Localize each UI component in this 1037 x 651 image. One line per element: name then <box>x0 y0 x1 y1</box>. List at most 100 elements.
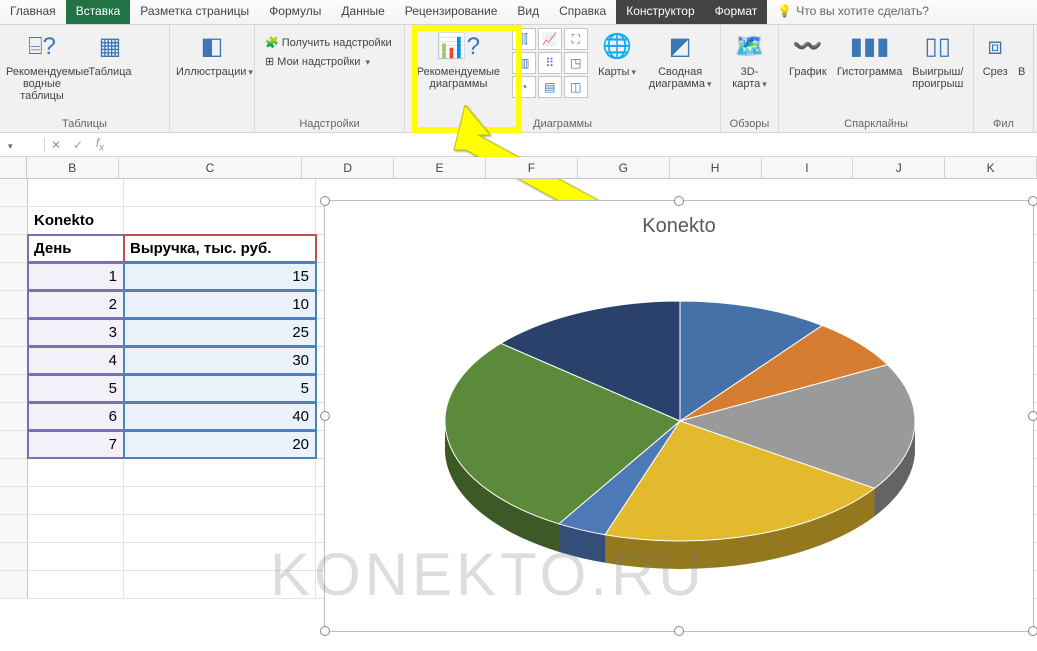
row-header[interactable] <box>0 431 28 458</box>
illustrations-button[interactable]: ◧ Иллюстрации▾ <box>176 28 248 78</box>
col-header[interactable]: I <box>762 157 854 178</box>
row-header[interactable] <box>0 235 28 262</box>
sparkline-col-icon: ▮▮▮ <box>837 28 903 66</box>
row-header[interactable] <box>0 291 28 318</box>
line-chart-button[interactable]: 📈 <box>538 28 562 50</box>
tab-formulas[interactable]: Формулы <box>259 0 331 24</box>
maps-button[interactable]: 🌐 Карты▾ <box>594 28 640 78</box>
table-cell[interactable]: 7 <box>28 431 124 458</box>
pivot-chart-icon: ◩ <box>646 28 714 66</box>
group-label-charts: Диаграммы <box>411 116 714 130</box>
table-cell[interactable]: 4 <box>28 347 124 374</box>
map-icon: 🗺️ <box>727 28 772 66</box>
row-header[interactable] <box>0 319 28 346</box>
tab-page-layout[interactable]: Разметка страницы <box>130 0 259 24</box>
header-day-cell[interactable]: День <box>28 235 124 262</box>
table-cell[interactable]: 20 <box>124 431 316 458</box>
sparkline-line-button[interactable]: 〰️ График <box>785 28 831 78</box>
tab-view[interactable]: Вид <box>507 0 549 24</box>
3d-map-button[interactable]: 🗺️ 3D-карта▾ <box>727 28 772 90</box>
resize-handle[interactable] <box>674 196 684 206</box>
pie-chart-button[interactable]: ◔ <box>512 76 536 98</box>
table-cell[interactable]: 3 <box>28 319 124 346</box>
col-header[interactable]: C <box>119 157 303 178</box>
group-label-filters: Фил <box>980 116 1027 130</box>
resize-handle[interactable] <box>1028 626 1037 636</box>
header-rev-cell[interactable]: Выручка, тыс. руб. <box>124 235 316 262</box>
table-cell[interactable]: 10 <box>124 291 316 318</box>
recommended-chart-icon: 📊? <box>411 28 506 66</box>
chart-title[interactable]: Konekto <box>325 201 1033 238</box>
hierarchy-chart-button[interactable]: ⛶ <box>564 28 588 50</box>
cancel-formula-icon[interactable]: ✕ <box>45 138 67 152</box>
stat-chart-button[interactable]: ◫ <box>564 76 588 98</box>
pivot-table-icon: ⌸? <box>6 28 78 66</box>
row-header[interactable] <box>0 347 28 374</box>
enter-formula-icon[interactable]: ✓ <box>67 138 89 152</box>
chart-title-cell[interactable]: Konekto <box>28 207 124 234</box>
row-header[interactable] <box>0 403 28 430</box>
group-label-sparklines: Спарклайны <box>785 116 967 130</box>
watermark: KONEKTO.RU <box>270 540 706 609</box>
ribbon-tabs: Главная Вставка Разметка страницы Формул… <box>0 0 1037 25</box>
recommended-charts-button[interactable]: 📊? Рекомендуемыедиаграммы <box>411 28 506 90</box>
col-header[interactable]: K <box>945 157 1037 178</box>
tab-data[interactable]: Данные <box>331 0 394 24</box>
table-cell[interactable]: 15 <box>124 263 316 290</box>
resize-handle[interactable] <box>674 626 684 636</box>
get-addins-button[interactable]: 🧩 Получить надстройки <box>261 34 398 51</box>
bar-h-button[interactable]: ▤ <box>538 76 562 98</box>
resize-handle[interactable] <box>1028 196 1037 206</box>
surface-chart-button[interactable]: ◳ <box>564 52 588 74</box>
lightbulb-icon: 💡 <box>777 4 792 18</box>
sparkline-line-icon: 〰️ <box>785 28 831 66</box>
row-header[interactable] <box>0 207 28 234</box>
pivot-chart-button[interactable]: ◩ Своднаядиаграмма▾ <box>646 28 714 90</box>
resize-handle[interactable] <box>320 196 330 206</box>
col-header[interactable]: D <box>302 157 394 178</box>
name-box[interactable]: ▾ <box>0 138 45 152</box>
timeline-button[interactable]: В <box>1016 28 1027 78</box>
row-header[interactable] <box>0 179 28 206</box>
tab-home[interactable]: Главная <box>0 0 66 24</box>
sparkline-winloss-button[interactable]: ▯▯ Выигрыш/проигрыш <box>909 28 968 90</box>
table-cell[interactable]: 6 <box>28 403 124 430</box>
my-addins-button[interactable]: ⊞ Мои надстройки ▾ <box>261 53 398 70</box>
resize-handle[interactable] <box>1028 411 1037 421</box>
col-header[interactable]: G <box>578 157 670 178</box>
slicer-button[interactable]: ⧈ Срез <box>980 28 1010 78</box>
tell-me[interactable]: 💡Что вы хотите сделать? <box>767 0 939 24</box>
chart-type-grid: ⫿⫿ 📈 ⛶ ▥ ⠿ ◳ ◔ ▤ ◫ <box>512 28 588 98</box>
table-cell[interactable]: 25 <box>124 319 316 346</box>
col-header[interactable]: B <box>27 157 119 178</box>
resize-handle[interactable] <box>320 411 330 421</box>
row-header[interactable] <box>0 263 28 290</box>
fx-icon[interactable]: fx <box>89 136 111 153</box>
sparkline-column-button[interactable]: ▮▮▮ Гистограмма <box>837 28 903 78</box>
table-icon: ▦ <box>84 28 136 66</box>
tab-help[interactable]: Справка <box>549 0 616 24</box>
group-label-tables: Таблицы <box>6 116 163 130</box>
table-cell[interactable]: 1 <box>28 263 124 290</box>
col-header[interactable]: J <box>853 157 945 178</box>
table-cell[interactable]: 30 <box>124 347 316 374</box>
row-header[interactable] <box>0 375 28 402</box>
recommended-pivot-tables-button[interactable]: ⌸? Рекомендуемыеводные таблицы <box>6 28 78 102</box>
col-header[interactable]: F <box>486 157 578 178</box>
tab-chart-format[interactable]: Формат <box>705 0 768 24</box>
table-cell[interactable]: 5 <box>28 375 124 402</box>
waterfall-chart-button[interactable]: ▥ <box>512 52 536 74</box>
resize-handle[interactable] <box>320 626 330 636</box>
table-cell[interactable]: 2 <box>28 291 124 318</box>
tab-chart-design[interactable]: Конструктор <box>616 0 704 24</box>
col-header[interactable]: H <box>670 157 762 178</box>
table-button[interactable]: ▦ Таблица <box>84 28 136 78</box>
table-cell[interactable]: 40 <box>124 403 316 430</box>
table-cell[interactable]: 5 <box>124 375 316 402</box>
group-label-addins: Надстройки <box>261 116 398 130</box>
tab-review[interactable]: Рецензирование <box>395 0 508 24</box>
col-header[interactable]: E <box>394 157 486 178</box>
tab-insert[interactable]: Вставка <box>66 0 131 24</box>
scatter-chart-button[interactable]: ⠿ <box>538 52 562 74</box>
bar-chart-button[interactable]: ⫿⫿ <box>512 28 536 50</box>
